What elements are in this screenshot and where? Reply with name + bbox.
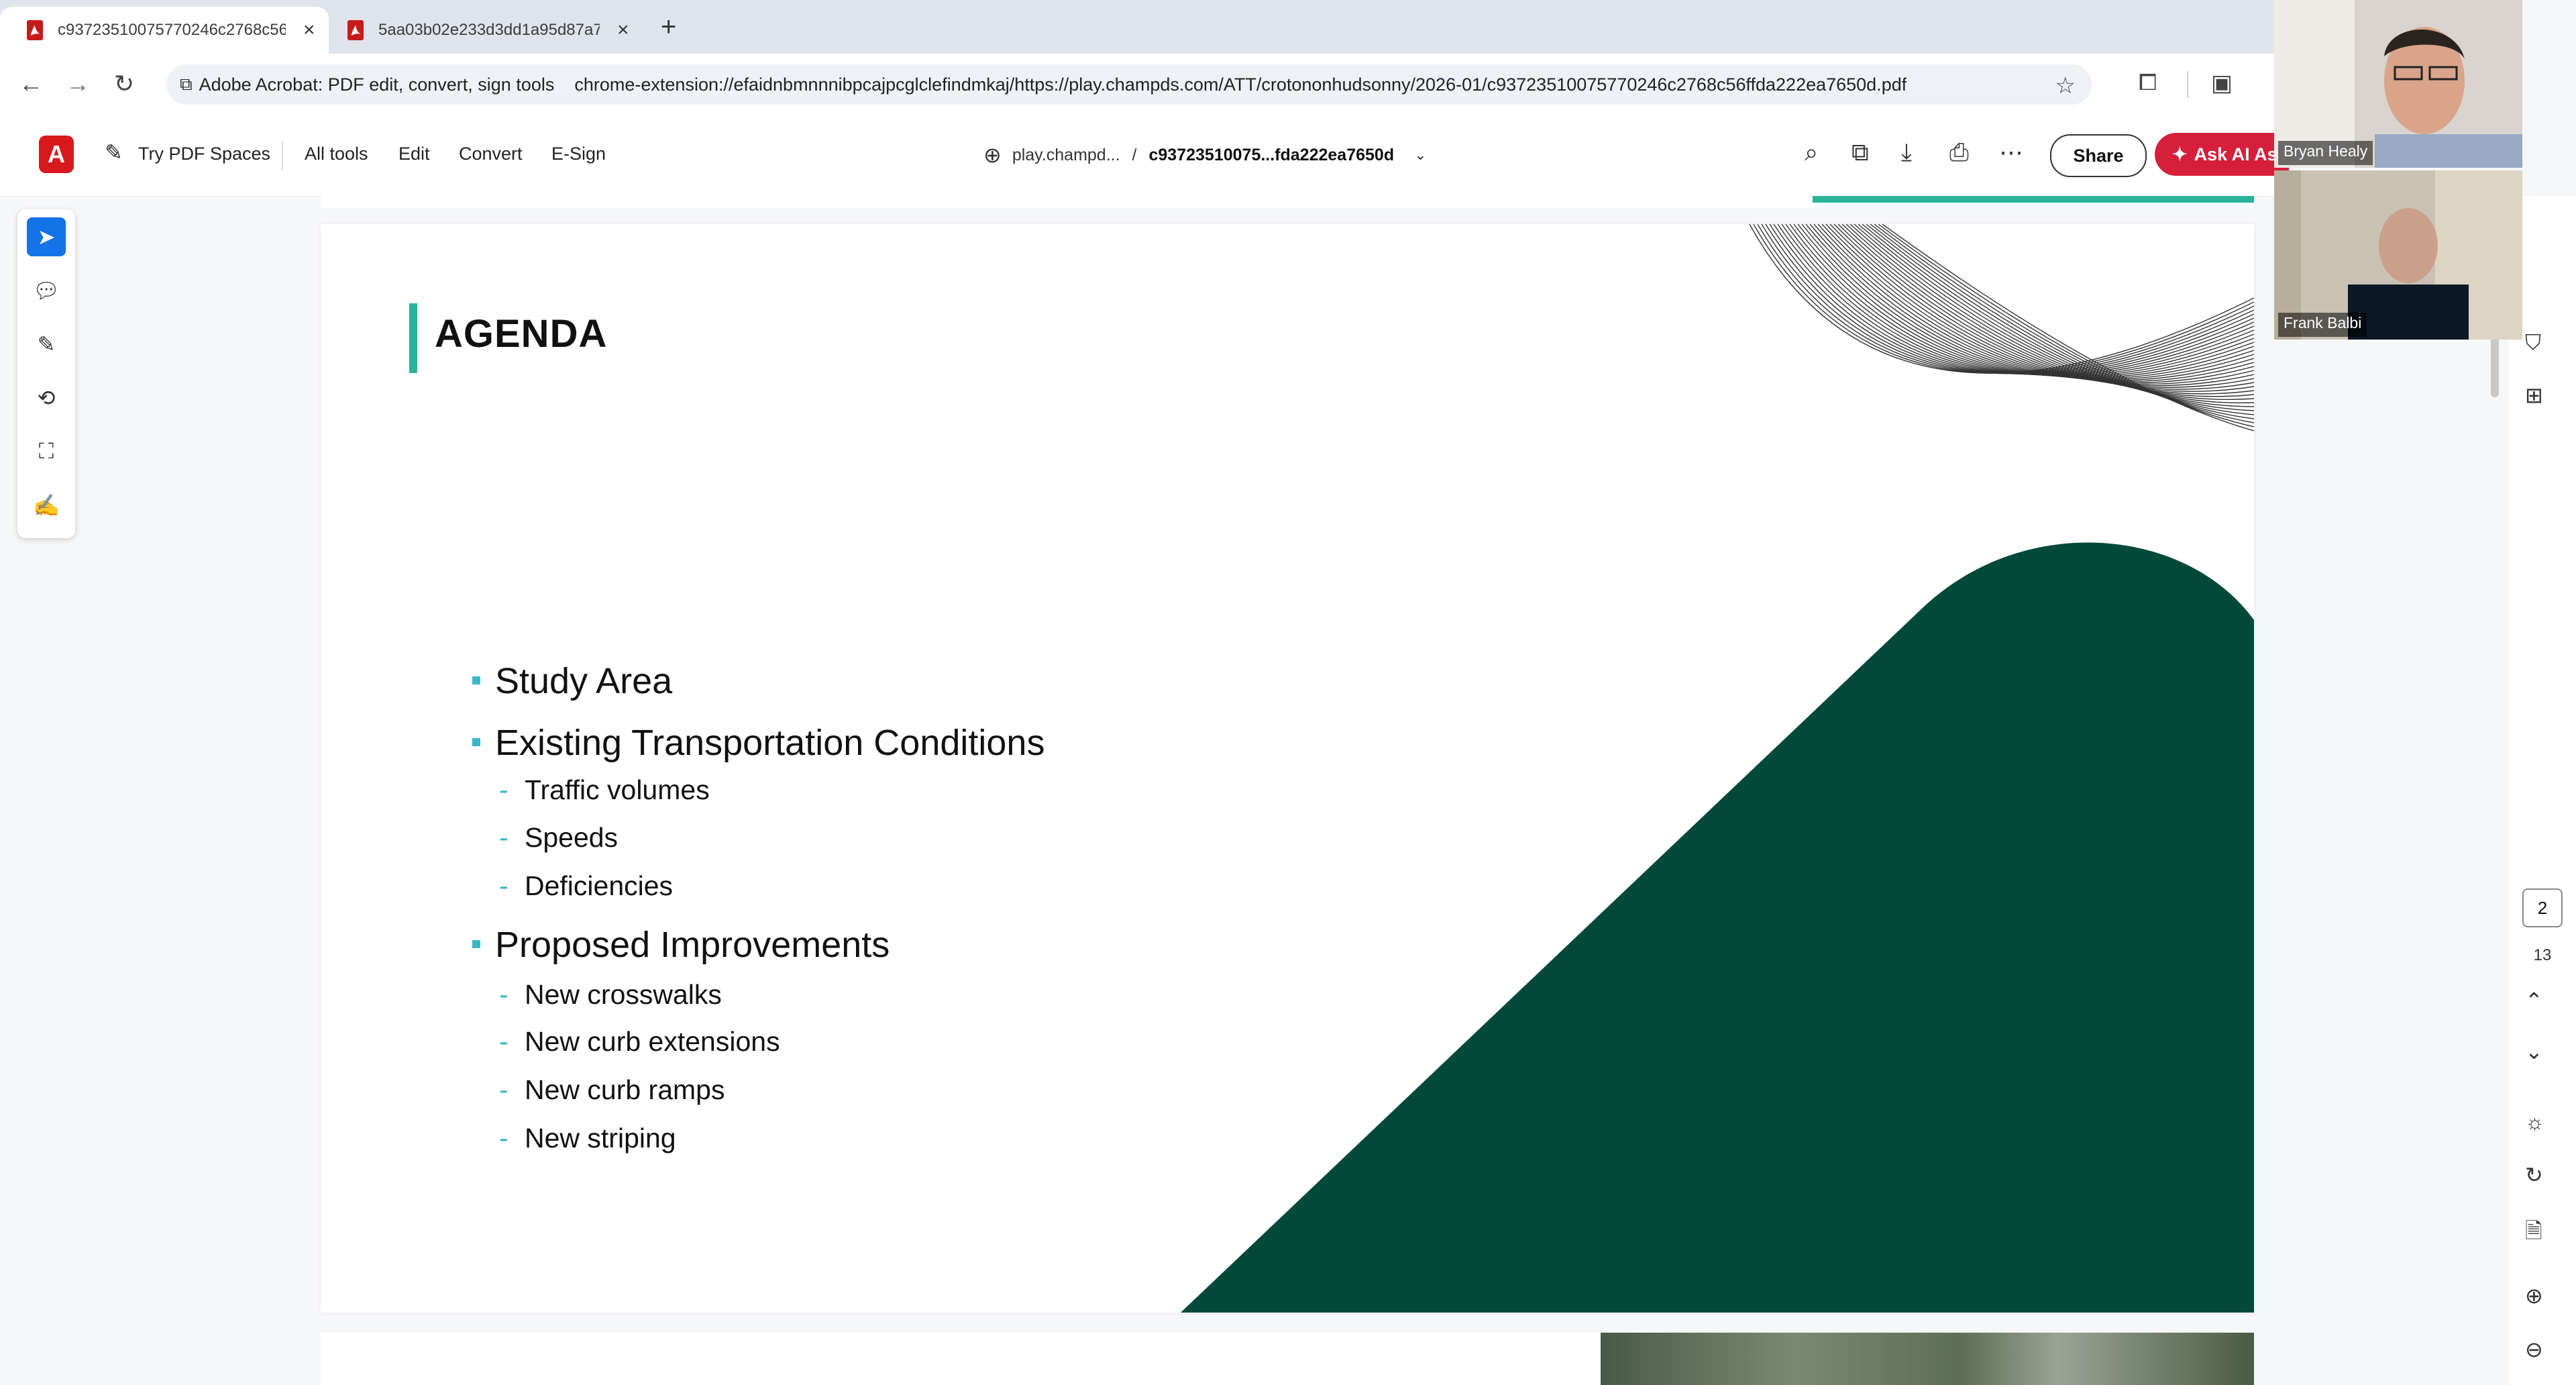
- highlight-pen-icon[interactable]: ✎: [27, 325, 66, 364]
- menu-edit[interactable]: Edit: [398, 144, 430, 164]
- line-art-arc: [1870, 224, 2254, 419]
- reload-icon[interactable]: ↻: [114, 70, 134, 98]
- agenda-list: Study Area Existing Transportation Condi…: [472, 660, 1044, 1171]
- previous-page-accent: [1813, 196, 2254, 203]
- page-thumbnails-icon[interactable]: ⧉: [1851, 138, 1869, 167]
- video-tile-participant: Bryan Healy: [2274, 0, 2522, 168]
- menu-convert[interactable]: Convert: [459, 144, 523, 164]
- video-tile-participant: Frank Balbi: [2274, 170, 2522, 340]
- breadcrumb-separator: /: [1132, 145, 1137, 164]
- pdf-icon: [25, 19, 44, 41]
- chevron-down-icon[interactable]: ⌄: [1414, 146, 1426, 164]
- extensions-icon[interactable]: ⧠: [2139, 70, 2157, 96]
- page-export-icon[interactable]: 🗎︎: [2525, 1216, 2542, 1252]
- pdf-icon: [346, 19, 365, 41]
- brightness-icon[interactable]: ☼: [2525, 1110, 2544, 1135]
- forward-icon[interactable]: →: [66, 70, 90, 98]
- participant-name: Bryan Healy: [2278, 141, 2373, 165]
- line-art-arc: [1761, 224, 2254, 374]
- select-tool-icon[interactable]: ➤: [27, 217, 66, 256]
- agenda-subitem: New curb ramps: [472, 1074, 1044, 1123]
- spaces-icon: ✎: [105, 140, 123, 164]
- agenda-subitem: New striping: [472, 1123, 1044, 1171]
- toolbar-divider: [282, 141, 283, 170]
- chevron-down-icon[interactable]: ⌄: [2525, 1039, 2543, 1064]
- extension-chip[interactable]: ⧉ Adobe Acrobat: PDF edit, convert, sign…: [180, 74, 554, 95]
- zoom-in-icon[interactable]: ⊕: [2525, 1283, 2543, 1309]
- download-icon[interactable]: ⤓: [1901, 138, 1912, 167]
- rotate-icon[interactable]: ↻: [2525, 1162, 2543, 1188]
- agenda-subitem: New curb extensions: [472, 1026, 1044, 1074]
- document-filename: c93723510075...fda222ea7650d: [1148, 145, 1395, 164]
- acrobat-toolbar: A ✎ Try PDF Spaces All tools Edit Conver…: [0, 115, 2289, 197]
- bookmark-icon[interactable]: ⛉: [2525, 330, 2541, 356]
- line-art-arc: [1801, 224, 2254, 379]
- more-options-icon[interactable]: ⋯: [1999, 138, 2023, 166]
- right-rail: ⛉ ⊞ 2 13 ⌃ ⌄ ☼ ↻ 🗎︎ ⊕ ⊖: [2509, 196, 2576, 1385]
- pdf-page: AGENDA Study Area Existing Transportatio…: [321, 224, 2254, 1313]
- aerial-map-image: [1601, 1333, 2254, 1385]
- line-art-arc: [1858, 224, 2254, 407]
- title-accent-bar: [409, 303, 417, 373]
- toolbar-divider: [2187, 71, 2188, 98]
- slide-title: AGENDA: [435, 312, 608, 356]
- agenda-item: Existing Transportation Conditions: [472, 722, 1044, 774]
- line-art-arc: [1757, 224, 2254, 374]
- agenda-subitem: Traffic volumes: [472, 774, 1044, 822]
- tool-rail: ➤ 💬︎ ✎ ⟲ ⛶ ✍: [17, 209, 75, 538]
- line-art-arc: [1817, 224, 2254, 383]
- extension-chip-label: Adobe Acrobat: PDF edit, convert, sign t…: [199, 74, 555, 95]
- share-button[interactable]: Share: [2050, 134, 2147, 177]
- draw-freehand-icon[interactable]: ⟲: [27, 378, 66, 417]
- menu-all-tools[interactable]: All tools: [305, 144, 368, 164]
- close-tab-icon[interactable]: ×: [617, 19, 629, 42]
- green-hill-shape: [1181, 542, 2254, 1313]
- url-text: chrome-extension://efaidnbmnnnibpcajpcgl…: [574, 74, 1907, 95]
- participant-name: Frank Balbi: [2278, 313, 2367, 337]
- total-pages: 13: [2533, 946, 2552, 964]
- tab-strip: c93723510075770246c2768c56 × 5aa03b02e23…: [0, 0, 2274, 54]
- current-page-input[interactable]: 2: [2522, 888, 2563, 927]
- acrobat-logo-icon[interactable]: A: [39, 136, 74, 173]
- line-art-arc: [1874, 224, 2254, 423]
- tab-title: 5aa03b02e233d3dd1a95d87a7: [378, 21, 600, 39]
- close-tab-icon[interactable]: ×: [303, 19, 315, 42]
- line-art-arc: [1773, 224, 2254, 375]
- line-art-arc: [1777, 224, 2254, 376]
- print-icon[interactable]: ⎙: [1949, 138, 1969, 167]
- grid-view-icon[interactable]: ⊞: [2525, 382, 2543, 408]
- line-art-arc: [1789, 224, 2254, 377]
- agenda-subitem: Speeds: [472, 822, 1044, 870]
- tab-title: c93723510075770246c2768c56: [58, 21, 286, 39]
- reading-mode-icon[interactable]: ▣: [2211, 70, 2233, 97]
- menu-e-sign[interactable]: E-Sign: [551, 144, 606, 164]
- ask-ai-label: Ask AI As: [2194, 144, 2277, 164]
- search-icon[interactable]: ⌕: [1805, 138, 1818, 167]
- tab-pdf-1[interactable]: c93723510075770246c2768c56 ×: [0, 7, 329, 54]
- scrollbar-thumb[interactable]: [2491, 330, 2499, 397]
- try-pdf-spaces-button[interactable]: Try PDF Spaces: [138, 144, 270, 164]
- tab-pdf-2[interactable]: 5aa03b02e233d3dd1a95d87a7 ×: [329, 7, 651, 54]
- sign-tool-icon[interactable]: ✍: [27, 486, 66, 525]
- extension-icon: ⧉: [180, 74, 193, 94]
- address-bar[interactable]: ⧉ Adobe Acrobat: PDF edit, convert, sign…: [166, 64, 2092, 105]
- ask-ai-assistant-button[interactable]: ✦ Ask AI As: [2155, 133, 2289, 176]
- line-art-pattern: [1749, 224, 2254, 431]
- browser-toolbar: ← → ↻ ⧉ Adobe Acrobat: PDF edit, convert…: [0, 54, 2274, 116]
- document-domain: play.champd...: [1012, 145, 1120, 164]
- agenda-subitem: Deficiencies: [472, 870, 1044, 924]
- globe-icon: ⊕: [983, 143, 1002, 167]
- agenda-item: Proposed Improvements: [472, 924, 1044, 979]
- document-breadcrumb[interactable]: ⊕ play.champd... / c93723510075...fda222…: [983, 142, 1427, 168]
- agenda-item: Study Area: [472, 660, 1044, 722]
- bookmark-star-icon[interactable]: ☆: [2055, 72, 2076, 99]
- agenda-subitem: New crosswalks: [472, 979, 1044, 1026]
- text-box-icon[interactable]: ⛶: [27, 432, 66, 471]
- back-icon[interactable]: ←: [19, 70, 43, 98]
- chevron-up-icon[interactable]: ⌃: [2525, 988, 2543, 1013]
- new-tab-button[interactable]: +: [661, 12, 676, 42]
- ai-assistant-icon: ✦: [2172, 144, 2188, 164]
- zoom-out-icon[interactable]: ⊖: [2525, 1337, 2543, 1362]
- comment-tool-icon[interactable]: 💬︎: [27, 271, 66, 310]
